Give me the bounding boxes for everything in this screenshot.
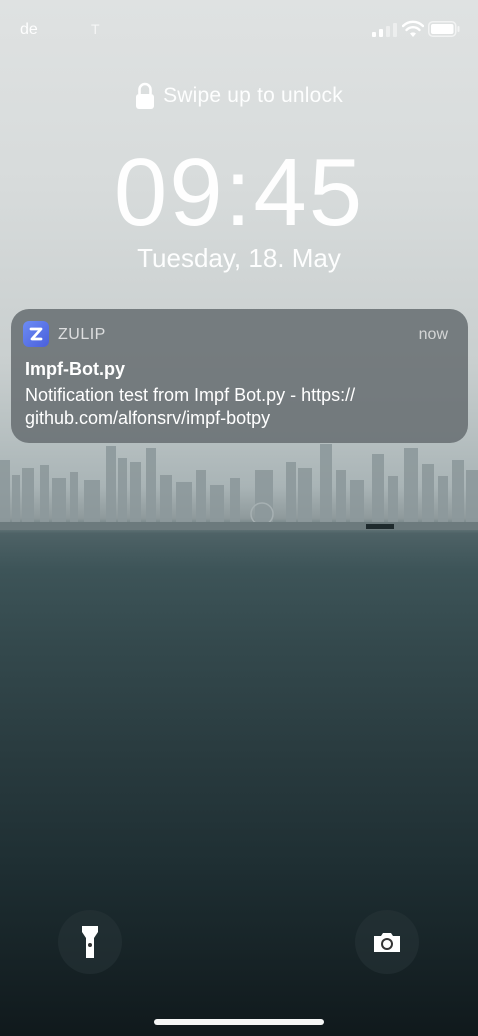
notification-body-line-1: Notification test from Impf Bot.py - htt… bbox=[25, 385, 356, 405]
notification-body-line-2: github.com/alfonsrv/impf-botpy bbox=[25, 408, 271, 428]
zulip-notification[interactable]: ZULIP now Impf-Bot.py Notification test … bbox=[11, 309, 468, 443]
carrier-secondary-label: T bbox=[91, 21, 100, 37]
home-indicator[interactable] bbox=[154, 1019, 324, 1025]
notification-title: Impf-Bot.py bbox=[25, 359, 125, 379]
notification-time: now bbox=[418, 326, 448, 343]
flashlight-button[interactable] bbox=[58, 910, 122, 974]
cellular-signal-icon bbox=[372, 23, 397, 37]
zulip-app-icon bbox=[23, 321, 49, 347]
lock-screen-clock: 09:45 bbox=[113, 139, 365, 246]
notification-app-name: ZULIP bbox=[58, 326, 106, 343]
lock-screen-date: Tuesday, 18. May bbox=[137, 243, 341, 273]
camera-icon bbox=[374, 933, 400, 952]
carrier-label: de bbox=[20, 21, 38, 38]
unlock-hint: Swipe up to unlock bbox=[0, 82, 478, 110]
camera-button[interactable] bbox=[355, 910, 419, 974]
swipe-hint-text: Swipe up to unlock bbox=[163, 84, 343, 107]
notification-body: Notification test from Impf Bot.py - htt… bbox=[25, 384, 425, 430]
zulip-logo-icon bbox=[29, 327, 43, 341]
status-bar: de T bbox=[0, 0, 478, 60]
battery-icon bbox=[428, 21, 460, 37]
lock-icon bbox=[136, 82, 155, 109]
wifi-icon bbox=[402, 20, 424, 37]
city-skyline bbox=[0, 444, 478, 530]
flashlight-icon bbox=[82, 926, 98, 958]
